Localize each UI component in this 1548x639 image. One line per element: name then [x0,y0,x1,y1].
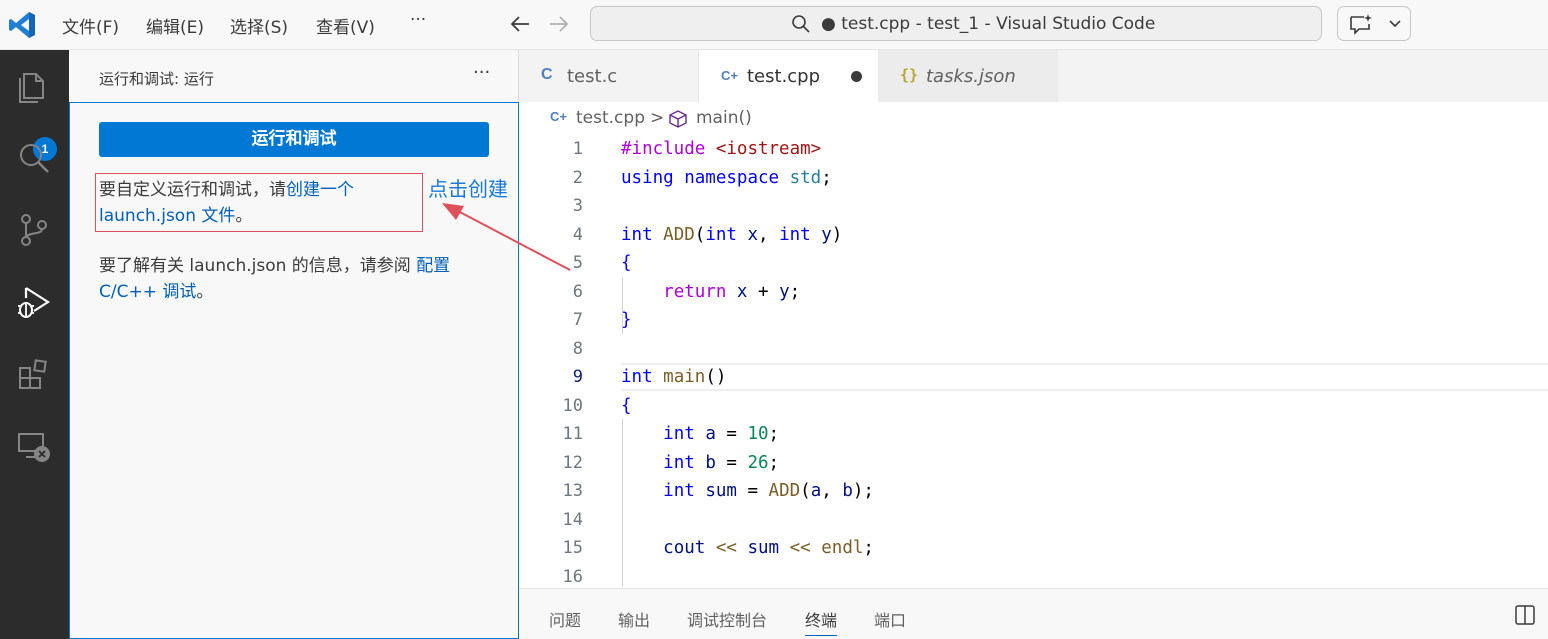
code-line: 7 } [572,310,632,330]
cpp-file-icon: C+ [721,68,738,83]
vscode-logo-icon[interactable] [8,10,38,40]
panel-tab-problems[interactable]: 问题 [549,607,581,631]
menu-more[interactable]: ··· [410,10,426,30]
window-title: ● test.cpp - test_1 - Visual Studio Code [821,14,1156,34]
code-line: 9 int main() [572,367,727,387]
back-arrow-icon[interactable] [507,11,533,37]
panel-tab-terminal[interactable]: 终端 [805,607,838,636]
menu-selection[interactable]: 选择(S) [230,13,288,38]
code-line: 10 { [562,395,632,416]
menu-edit[interactable]: 编辑(E) [146,13,204,38]
breadcrumb-symbol[interactable]: main() [696,108,752,128]
chat-sparkle-icon [1350,14,1372,35]
remote-explorer-icon[interactable] [14,426,54,466]
cpp-file-icon: C+ [550,109,567,124]
title-bar: 文件(F) 编辑(E) 选择(S) 查看(V) ··· ● test.cpp -… [0,0,1548,50]
run-debug-sidebar: 运行和调试: 运行 ··· 运行和调试 要自定义运行和调试，请创建一个 laun… [69,50,519,639]
code-line: 8 [572,338,583,359]
annotation-highlight-box [95,173,423,232]
tab-label: test.cpp [747,66,821,87]
tab-label: tasks.json [926,66,1016,87]
code-line: 4 int ADD(int x, int y) [572,224,843,245]
unsaved-dot-icon[interactable] [851,71,862,82]
configure-cpp-debug-link-cont[interactable]: C/C++ 调试 [99,282,196,302]
panel-tab-output[interactable]: 输出 [618,607,650,631]
code-line: 5 { [572,253,632,273]
search-icon[interactable] [14,138,54,178]
run-and-debug-button[interactable]: 运行和调试 [99,122,489,157]
forward-arrow-icon[interactable] [546,11,572,37]
code-line: 1 #include <iostream> [572,139,822,159]
code-line: 15 cout << sum << endl; [562,538,874,558]
copilot-chat-button[interactable] [1337,6,1411,41]
code-line: 3 [572,196,583,216]
source-control-icon[interactable] [14,210,54,250]
json-file-icon: {} [900,66,919,84]
breadcrumb-separator: > [650,108,665,128]
menu-view[interactable]: 查看(V) [316,13,375,38]
tab-label: test.c [567,66,618,87]
code-line: 11 int a = 10; [562,424,780,444]
symbol-method-icon [669,110,687,128]
split-panel-icon[interactable] [1514,604,1536,626]
code-line: 6 return x + y; [572,281,801,302]
code-line: 2 using namespace std; [572,167,832,188]
chevron-down-icon [1389,20,1401,28]
tab-test-c[interactable]: C test.c [519,50,699,102]
tab-test-cpp[interactable]: C+ test.cpp [699,50,878,102]
code-line: 13 int sum = ADD(a, b); [562,481,874,501]
code-line: 16 [562,566,583,587]
editor-tabs: C test.c C+ test.cpp {} tasks.json [519,50,1548,102]
extensions-icon[interactable] [14,354,54,394]
explorer-icon[interactable] [14,66,54,106]
panel-tab-ports[interactable]: 端口 [874,607,906,631]
breadcrumb-file[interactable]: test.cpp [576,108,645,128]
sidebar-more-actions-icon[interactable]: ··· [473,62,490,83]
run-debug-icon[interactable] [14,282,54,322]
menu-file[interactable]: 文件(F) [62,13,119,38]
code-line: 12 int b = 26; [562,452,780,473]
code-line: 14 [562,509,583,530]
search-icon [792,15,810,33]
c-file-icon: C [541,66,553,83]
command-center-search[interactable]: ● test.cpp - test_1 - Visual Studio Code [590,6,1322,41]
panel-tab-debug-console[interactable]: 调试控制台 [687,607,767,631]
bottom-panel: 问题 输出 调试控制台 终端 端口 [519,588,1548,639]
code-editor[interactable]: 1 #include <iostream> 2 using namespace … [519,134,1548,587]
tab-tasks-json[interactable]: {} tasks.json [878,50,1058,102]
activity-bar: 1 [0,50,69,639]
sidebar-title: 运行和调试: 运行 [99,70,214,88]
